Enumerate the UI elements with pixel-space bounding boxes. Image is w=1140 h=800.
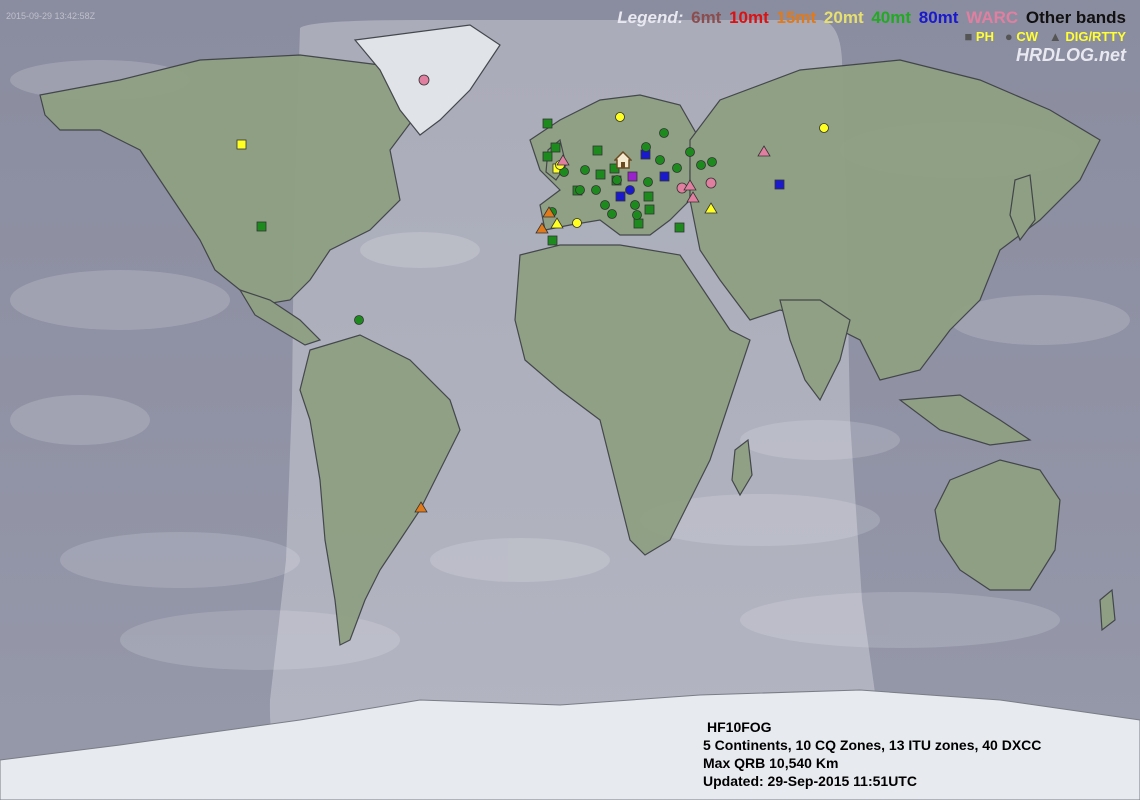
qso-marker [625, 185, 635, 195]
qso-marker [757, 145, 771, 157]
qso-marker [414, 501, 428, 513]
qso-marker [685, 147, 695, 157]
qso-marker [819, 123, 829, 133]
qso-marker [556, 154, 570, 166]
qso-marker [550, 217, 564, 229]
qso-marker [644, 204, 655, 215]
qso-marker [632, 210, 642, 220]
qso-marker [575, 185, 585, 195]
qso-marker [707, 157, 717, 167]
qso-marker [542, 118, 553, 129]
qso-marker [595, 169, 606, 180]
qso-marker [535, 222, 549, 234]
station-info: HF10FOG 5 Continents, 10 CQ Zones, 13 IT… [703, 718, 1041, 790]
max-qrb: Max QRB 10,540 Km [703, 755, 839, 771]
qso-marker [643, 191, 654, 202]
qso-marker [550, 142, 561, 153]
qso-marker [630, 200, 640, 210]
qso-marker [542, 151, 553, 162]
qso-marker [612, 175, 622, 185]
station-stats: 5 Continents, 10 CQ Zones, 13 ITU zones,… [703, 737, 1042, 753]
qso-world-map: 2015-09-29 13:42:58Z Legend: 6mt 10mt 15… [0, 0, 1140, 800]
qso-marker [236, 139, 247, 150]
qso-marker [672, 163, 682, 173]
qso-marker [696, 160, 706, 170]
home-location-icon [614, 151, 632, 169]
qso-marker [572, 218, 582, 228]
qso-marker [659, 128, 669, 138]
qso-marker [256, 221, 267, 232]
qso-marker [418, 74, 430, 86]
qso-marker [615, 191, 626, 202]
qso-marker [704, 202, 718, 214]
qso-marker [607, 209, 617, 219]
qso-marker [600, 200, 610, 210]
qso-marker [354, 315, 364, 325]
qso-marker [633, 218, 644, 229]
qso-marker [705, 177, 717, 189]
qso-marker [627, 171, 638, 182]
qso-marker [592, 145, 603, 156]
qso-markers [236, 74, 829, 513]
qso-marker [580, 165, 590, 175]
qso-marker [641, 142, 651, 152]
qso-marker [686, 191, 700, 203]
qso-marker [774, 179, 785, 190]
qso-marker [591, 185, 601, 195]
qso-marker [674, 222, 685, 233]
callsign: HF10FOG [707, 719, 772, 735]
qso-marker [615, 112, 625, 122]
qso-marker [547, 235, 558, 246]
qso-marker [643, 177, 653, 187]
qso-marker [655, 155, 665, 165]
updated-time: Updated: 29-Sep-2015 11:51UTC [703, 773, 917, 789]
qso-marker [659, 171, 670, 182]
